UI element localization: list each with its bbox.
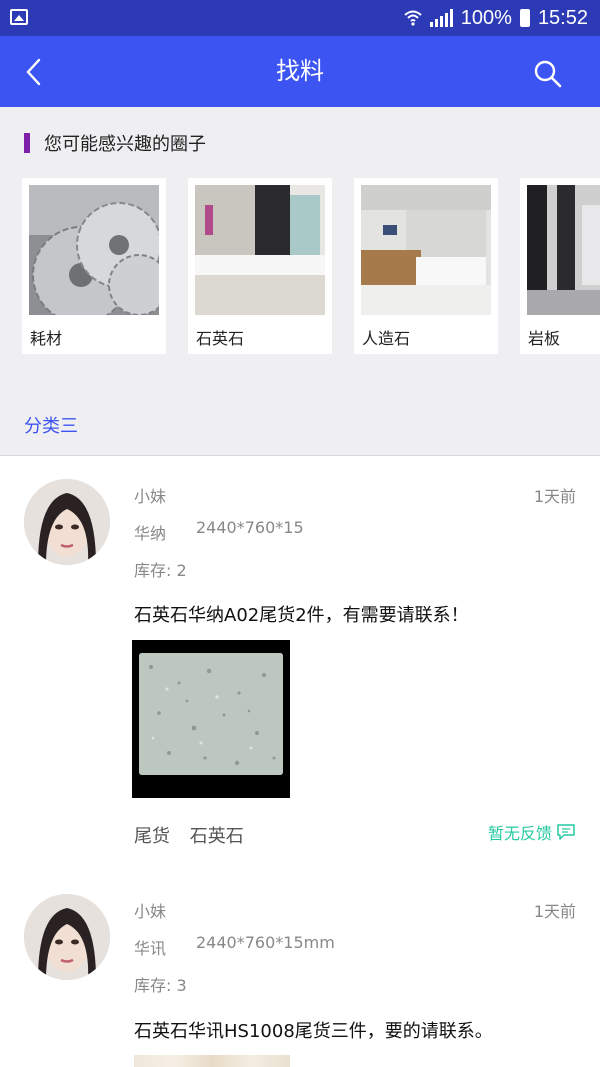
post-content: 石英石华纳A02尾货2件，有需要请联系！ [134, 605, 469, 626]
tag[interactable]: 尾货 [134, 826, 170, 847]
card-label: 人造石 [362, 329, 411, 348]
post-username: 小妹 [134, 902, 167, 921]
chat-bubble-icon [557, 824, 575, 840]
battery-percent: 100% [460, 6, 512, 29]
card-label: 耗材 [30, 329, 63, 348]
quartz-slab-image [139, 653, 283, 775]
section-header: 您可能感兴趣的圈子 [24, 128, 206, 158]
card-label: 石英石 [196, 329, 245, 348]
feedback-label: 暂无反馈 [487, 824, 552, 843]
avatar[interactable] [24, 894, 110, 980]
search-icon[interactable] [532, 58, 564, 90]
post-stock: 库存: 3 [134, 976, 187, 995]
post-username: 小妹 [134, 487, 167, 506]
battery-icon [519, 9, 530, 27]
gallery-notification-icon [10, 9, 28, 25]
wifi-icon [404, 10, 422, 26]
interest-card-quartz[interactable]: 石英石 [188, 178, 332, 354]
signal-icon [429, 9, 453, 27]
card-image [361, 185, 491, 315]
section-title: 您可能感兴趣的圈子 [44, 134, 206, 155]
card-image [195, 185, 325, 315]
post-size: 2440*760*15 [196, 518, 304, 537]
interest-card-consumables[interactable]: 耗材 [22, 178, 166, 354]
post-photo-partial[interactable] [134, 1055, 290, 1067]
post-size: 2440*760*15mm [196, 933, 335, 952]
card-label: 岩板 [528, 329, 561, 348]
post-time: 1天前 [533, 487, 576, 506]
clock: 15:52 [537, 6, 588, 29]
tag[interactable]: 石英石 [190, 826, 244, 847]
post-content: 石英石华讯HS1008尾货三件，要的请联系。 [134, 1021, 493, 1042]
section-accent-bar [24, 133, 30, 153]
interest-card-artificial-stone[interactable]: 人造石 [354, 178, 498, 354]
post-item[interactable]: 小妹 1天前 华讯 2440*760*15mm 库存: 3 石英石华讯HS100… [0, 876, 600, 1067]
interest-card-slab[interactable]: 岩板 [520, 178, 600, 354]
app-bar: 找料 [0, 36, 600, 107]
page-title: 找料 [276, 57, 324, 85]
post-stock: 库存: 2 [134, 561, 187, 580]
status-icons: 100% 15:52 [404, 6, 588, 30]
card-image [527, 185, 600, 315]
post-tags: 尾货 石英石 [134, 822, 258, 848]
post-item[interactable]: 小妹 1天前 华纳 2440*760*15 库存: 2 石英石华纳A02尾货2件… [0, 456, 600, 876]
status-bar: 100% 15:52 [0, 0, 600, 36]
post-photo[interactable] [132, 640, 290, 798]
interest-carousel[interactable]: 耗材 石英石 人造石 岩板 [22, 178, 600, 354]
feedback-link[interactable]: 暂无反馈 [488, 820, 576, 844]
post-time: 1天前 [533, 902, 576, 921]
card-image [29, 185, 159, 315]
category-tab[interactable]: 分类三 [24, 412, 78, 438]
post-brand: 华讯 [134, 939, 167, 958]
chevron-left-icon[interactable] [20, 56, 52, 88]
avatar[interactable] [24, 479, 110, 565]
post-brand: 华纳 [134, 524, 167, 543]
